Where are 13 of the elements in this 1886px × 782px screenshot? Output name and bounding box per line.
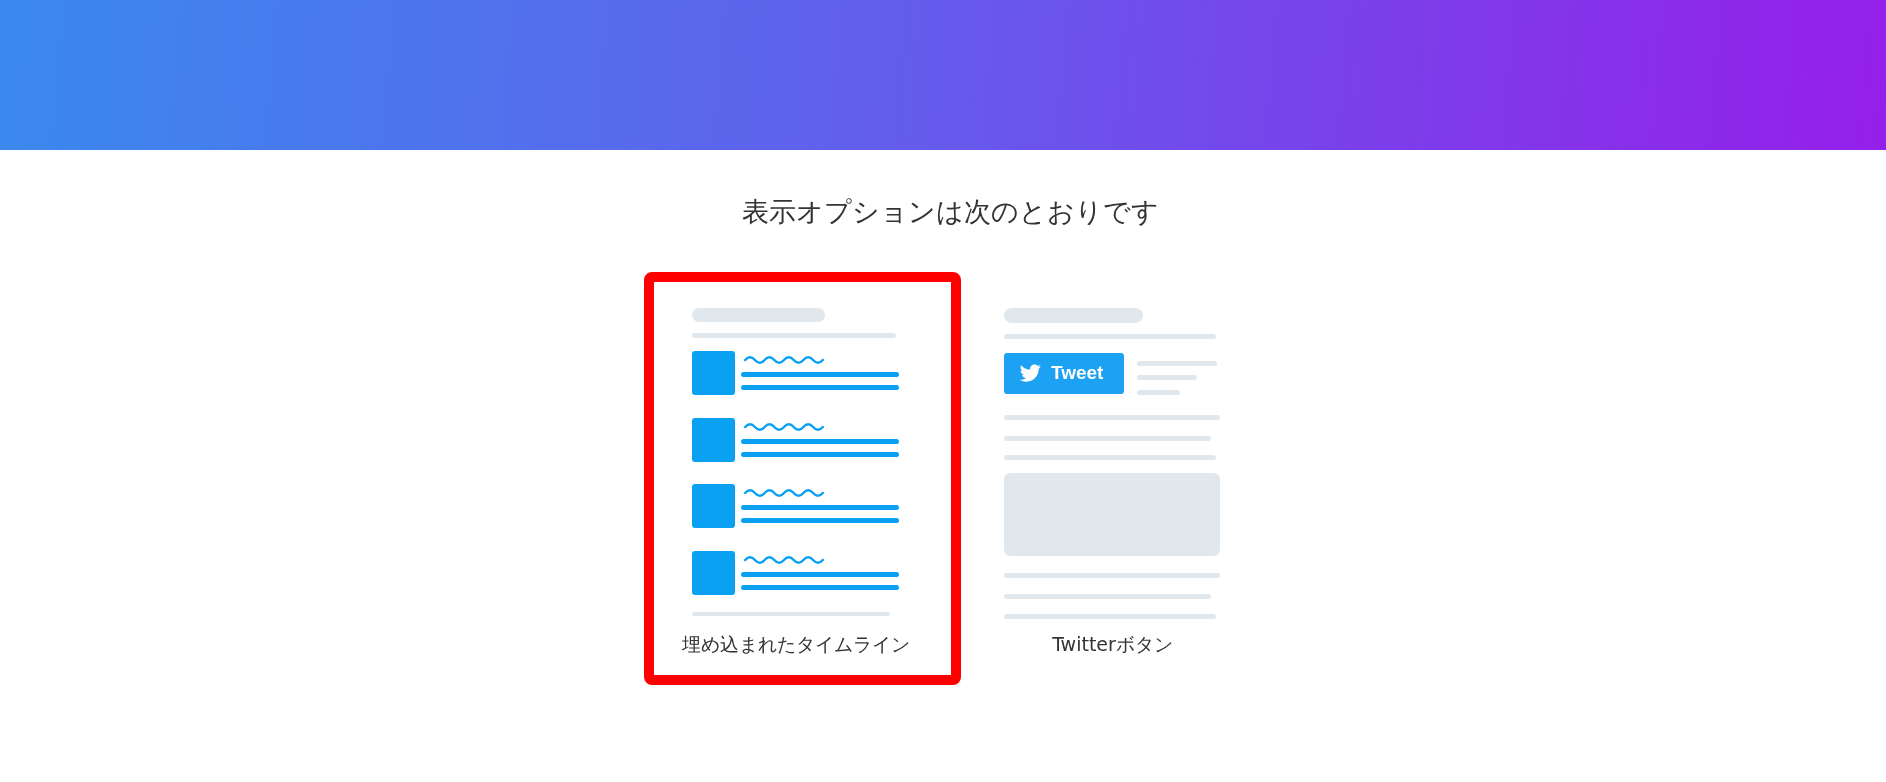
- avatar-placeholder: [691, 551, 735, 595]
- tweet-button: Tweet: [1004, 352, 1124, 394]
- avatar-placeholder: [691, 418, 735, 462]
- option-label: 埋め込まれたタイムライン: [681, 632, 910, 656]
- text-placeholder-line: [1137, 374, 1197, 380]
- option-label: Twitterボタン: [1052, 632, 1173, 656]
- option-card[interactable]: Tweet Twitterボタン: [961, 272, 1278, 685]
- avatar-placeholder: [691, 351, 735, 395]
- bird-icon: [1019, 364, 1041, 383]
- avatar-placeholder: [691, 484, 735, 528]
- text-placeholder-line: [1137, 389, 1180, 395]
- option-card[interactable]: 埋め込まれたタイムライン: [644, 272, 961, 685]
- page-heading: 表示オプションは次のとおりです: [741, 195, 1159, 229]
